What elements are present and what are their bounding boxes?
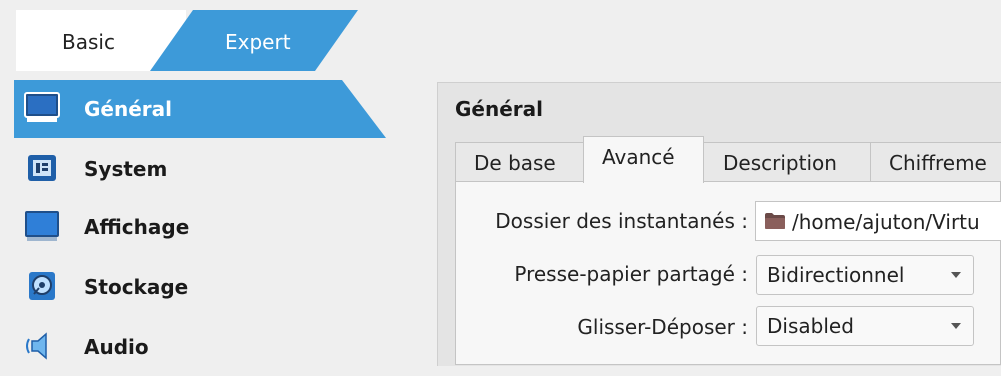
clipboard-value: Bidirectionnel bbox=[767, 263, 905, 287]
sidebar-item-label: System bbox=[84, 157, 168, 181]
storage-disk-icon bbox=[24, 270, 60, 302]
tab-label: Avancé bbox=[602, 145, 675, 169]
snapshot-folder-picker[interactable]: /home/ajuton/Virtu bbox=[755, 201, 1001, 241]
speaker-icon bbox=[24, 330, 60, 362]
tab-description[interactable]: Description bbox=[703, 142, 871, 182]
monitor-icon bbox=[24, 92, 60, 124]
display-icon bbox=[24, 210, 60, 242]
sidebar-item-general[interactable]: Général bbox=[14, 80, 394, 138]
tab-de-base[interactable]: De base bbox=[455, 142, 584, 182]
tab-label: De base bbox=[474, 151, 556, 175]
chevron-down-icon bbox=[951, 272, 961, 278]
sidebar-item-label: Affichage bbox=[84, 215, 190, 239]
selection-highlight bbox=[14, 80, 386, 138]
sidebar-item-label: Stockage bbox=[84, 275, 189, 299]
tab-expert-label[interactable]: Expert bbox=[225, 30, 291, 54]
tab-avance[interactable]: Avancé bbox=[583, 136, 704, 183]
sidebar-item-storage[interactable]: Stockage bbox=[14, 258, 394, 316]
snapshot-folder-path: /home/ajuton/Virtu bbox=[792, 210, 980, 234]
tab-label: Chiffreme bbox=[889, 151, 987, 175]
tab-basic-label[interactable]: Basic bbox=[62, 30, 115, 54]
clipboard-select[interactable]: Bidirectionnel bbox=[756, 255, 974, 295]
folder-icon bbox=[764, 212, 786, 230]
chip-icon bbox=[24, 152, 60, 184]
tab-chiffrement[interactable]: Chiffreme bbox=[870, 142, 1001, 182]
drag-drop-label: Glisser-Déposer : bbox=[577, 315, 748, 339]
tab-label: Description bbox=[723, 151, 837, 175]
sidebar-item-label: Audio bbox=[84, 335, 149, 359]
chevron-down-icon bbox=[951, 323, 961, 329]
snapshot-folder-label: Dossier des instantanés : bbox=[495, 209, 748, 233]
sidebar: Général System Affichage Stockage Audio bbox=[0, 72, 420, 365]
sidebar-item-audio[interactable]: Audio bbox=[14, 318, 394, 376]
mode-bar: Basic Expert bbox=[0, 0, 1001, 72]
sidebar-item-label: Général bbox=[84, 97, 172, 121]
page-title: Général bbox=[455, 97, 543, 121]
drag-drop-value: Disabled bbox=[767, 314, 854, 338]
clipboard-label: Presse-papier partagé : bbox=[514, 262, 748, 286]
drag-drop-select[interactable]: Disabled bbox=[756, 306, 974, 346]
sidebar-item-system[interactable]: System bbox=[14, 140, 394, 198]
tab-bar: De base Avancé Description Chiffreme bbox=[455, 136, 1001, 183]
sidebar-item-display[interactable]: Affichage bbox=[14, 198, 394, 256]
